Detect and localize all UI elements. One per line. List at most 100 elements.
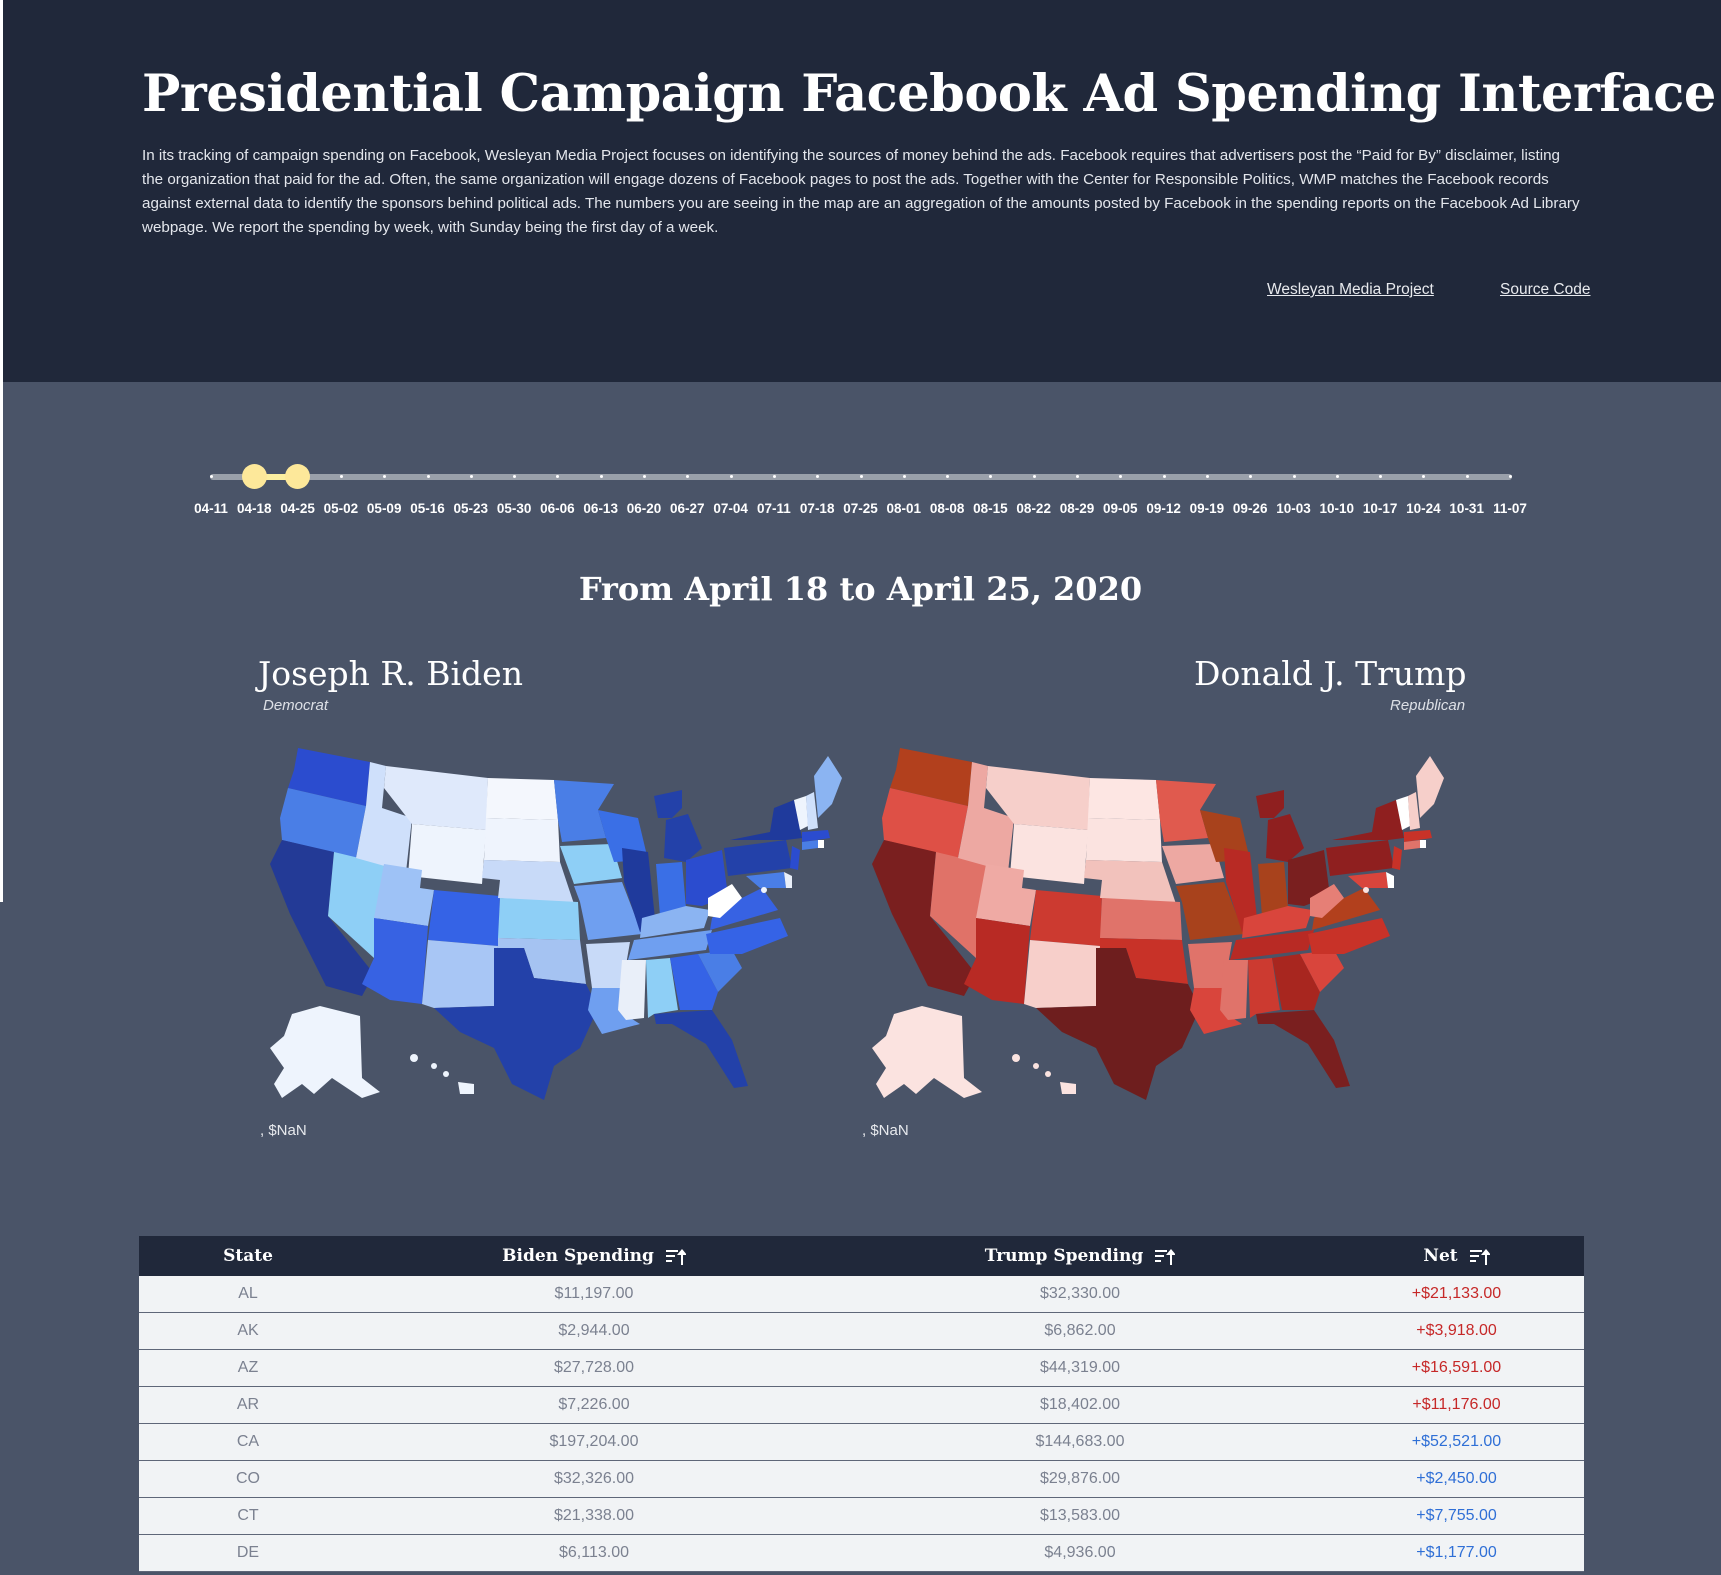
range-start-handle[interactable] [242, 464, 267, 489]
trump-legend-label: , $NaN [862, 1122, 909, 1139]
sort-ascending-icon[interactable] [665, 1248, 686, 1266]
table-row: AK $2,944.00 $6,862.00 +$3,918.00 [139, 1313, 1584, 1350]
slider-tick-mark [1292, 475, 1296, 478]
cell-biden-spending: $6,113.00 [559, 1544, 629, 1561]
biden-party: Democrat [263, 697, 329, 714]
state-me[interactable] [814, 756, 842, 818]
slider-tick-mark [599, 475, 603, 478]
state-nj[interactable] [790, 846, 800, 870]
cell-state: CO [236, 1470, 260, 1487]
state-nm[interactable] [422, 940, 498, 1008]
state-ak[interactable] [270, 1006, 380, 1098]
state-nj[interactable] [1392, 846, 1402, 870]
state-co[interactable] [428, 890, 500, 946]
cell-state: AL [238, 1285, 258, 1302]
state-dc[interactable] [1363, 887, 1369, 893]
slider-tick-mark [859, 475, 863, 478]
slider-tick-mark [902, 475, 906, 478]
source-code-link[interactable]: Source Code [1500, 281, 1590, 299]
cell-net: +$2,450.00 [1416, 1470, 1497, 1487]
sort-ascending-icon[interactable] [1469, 1248, 1490, 1266]
cell-net: +$21,133.00 [1411, 1285, 1502, 1302]
state-hi[interactable] [1012, 1054, 1076, 1094]
column-header-biden-spending[interactable]: Biden Spending [357, 1246, 831, 1266]
sort-ascending-icon[interactable] [1155, 1248, 1176, 1266]
state-fl[interactable] [654, 1010, 748, 1088]
cell-net: +$11,176.00 [1412, 1396, 1501, 1413]
table-row: DE $6,113.00 $4,936.00 +$1,177.00 [139, 1535, 1584, 1572]
state-ma[interactable] [802, 830, 830, 842]
state-ma[interactable] [1404, 830, 1432, 842]
state-ny[interactable] [1332, 800, 1404, 840]
cell-biden-spending: $27,728.00 [553, 1359, 635, 1376]
column-header-state[interactable]: State [139, 1246, 357, 1266]
slider-tick-mark [1335, 475, 1339, 478]
slider-tick-mark [1465, 475, 1469, 478]
column-header-net[interactable]: Net [1329, 1246, 1584, 1266]
slider-tick-mark [1509, 475, 1512, 478]
state-ak[interactable] [872, 1006, 982, 1098]
biden-spending-map[interactable] [262, 748, 847, 1110]
table-row: AL $11,197.00 $32,330.00 +$21,133.00 [139, 1276, 1584, 1313]
cell-state: AR [236, 1396, 260, 1413]
cell-state: AZ [237, 1359, 259, 1376]
slider-tick-mark [772, 475, 776, 478]
state-ks[interactable] [1100, 898, 1182, 940]
cell-trump-spending: $144,683.00 [1035, 1433, 1125, 1450]
state-md[interactable] [1348, 872, 1388, 888]
table-body: AL $11,197.00 $32,330.00 +$21,133.00 AK $2,94… [139, 1276, 1584, 1572]
state-hi[interactable] [410, 1054, 474, 1094]
state-ny[interactable] [730, 800, 802, 840]
state-fl[interactable] [1256, 1010, 1350, 1088]
range-end-handle[interactable] [285, 464, 310, 489]
cell-biden-spending: $2,944.00 [558, 1322, 630, 1339]
state-ri[interactable] [1420, 840, 1426, 848]
trump-spending-map[interactable] [864, 748, 1449, 1110]
slider-tick-mark [1205, 475, 1209, 478]
date-range-title: From April 18 to April 25, 2020 [578, 570, 1143, 608]
cell-biden-spending: $11,197.00 [554, 1285, 634, 1302]
slider-tick-mark [643, 475, 646, 478]
page-title: Presidential Campaign Facebook Ad Spendi… [142, 64, 1716, 124]
state-co[interactable] [1030, 890, 1102, 946]
state-me[interactable] [1416, 756, 1444, 818]
column-header-trump-spending[interactable]: Trump Spending [831, 1246, 1329, 1266]
cell-trump-spending: $4,936.00 [1044, 1544, 1116, 1561]
cell-net: +$52,521.00 [1411, 1433, 1502, 1450]
state-nd[interactable] [486, 778, 558, 820]
wesleyan-media-project-link[interactable]: Wesleyan Media Project [1267, 281, 1434, 299]
state-ks[interactable] [498, 898, 580, 940]
biden-name: Joseph R. Biden [258, 654, 523, 693]
cell-net: +$7,755.00 [1416, 1507, 1497, 1524]
cell-biden-spending: $7,226.00 [558, 1396, 630, 1413]
cell-state: CT [237, 1507, 259, 1524]
state-sd[interactable] [1086, 818, 1162, 862]
cell-trump-spending: $6,862.00 [1044, 1322, 1116, 1339]
state-md[interactable] [746, 872, 786, 888]
table-row: CO $32,326.00 $29,876.00 +$2,450.00 [139, 1461, 1584, 1498]
cell-biden-spending: $197,204.00 [549, 1433, 639, 1450]
state-ri[interactable] [818, 840, 824, 848]
state-ms[interactable] [618, 960, 646, 1020]
table-row: AZ $27,728.00 $44,319.00 +$16,591.00 [139, 1350, 1584, 1387]
trump-name: Donald J. Trump [1194, 654, 1467, 693]
state-pa[interactable] [724, 840, 792, 876]
state-nd[interactable] [1088, 778, 1160, 820]
cell-net: +$16,591.00 [1411, 1359, 1502, 1376]
state-sd[interactable] [484, 818, 560, 862]
state-ms[interactable] [1220, 960, 1248, 1020]
state-dc[interactable] [761, 887, 767, 893]
state-mi[interactable] [1266, 814, 1304, 862]
slider-tick-mark [469, 475, 473, 478]
cell-trump-spending: $18,402.00 [1039, 1396, 1121, 1413]
state-mi-upper[interactable] [654, 790, 682, 818]
state-nm[interactable] [1024, 940, 1100, 1008]
page-description: In its tracking of campaign spending on … [142, 147, 1580, 236]
cell-trump-spending: $32,330.00 [1039, 1285, 1121, 1302]
state-pa[interactable] [1326, 840, 1394, 876]
state-mi[interactable] [664, 814, 702, 862]
slider-tick-label[interactable]: 11-07 [1485, 501, 1535, 516]
slider-tick-mark [1032, 475, 1036, 478]
biden-legend-label: , $NaN [260, 1122, 307, 1139]
state-mi-upper[interactable] [1256, 790, 1284, 818]
